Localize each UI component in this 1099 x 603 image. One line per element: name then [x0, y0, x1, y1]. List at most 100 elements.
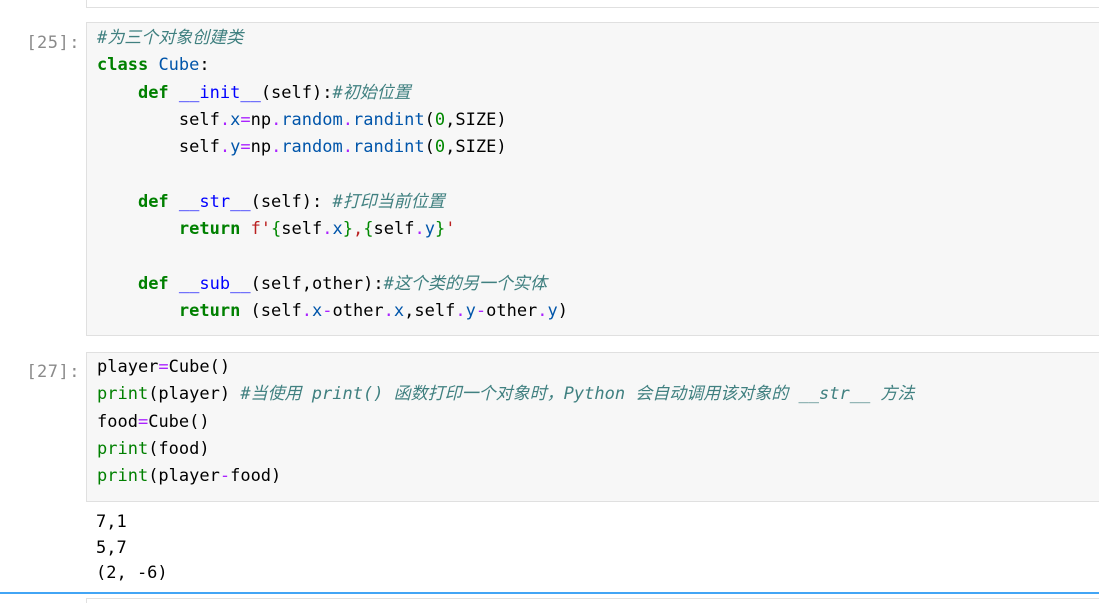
code-token: - — [475, 300, 487, 321]
code-token: - — [322, 300, 333, 321]
cell-prompt: [25]: — [26, 33, 80, 53]
code-line: class Cube: — [97, 52, 1099, 79]
code-token: 0 — [434, 137, 446, 158]
code-line: print(player-food) — [97, 463, 1099, 490]
code-token: . — [219, 109, 231, 130]
code-token: ,self — [404, 300, 456, 321]
code-token: __str__ — [178, 191, 251, 212]
code-token: x — [332, 219, 343, 240]
code-token: (player — [148, 466, 220, 487]
previous-cell-edge — [86, 0, 1099, 8]
code-line: player=Cube() — [97, 354, 1099, 381]
code-token: randint — [352, 137, 425, 158]
code-token: = — [137, 411, 149, 432]
code-token: } — [434, 219, 446, 240]
code-token: . — [322, 219, 333, 240]
code-text[interactable]: #为三个对象创建类 class Cube: def __init__(self):… — [87, 23, 1099, 325]
code-line: self.x=np.random.randint(0,SIZE) — [97, 107, 1099, 134]
code-token: . — [219, 137, 231, 158]
code-line: print(food) — [97, 436, 1099, 463]
code-token: } — [342, 219, 353, 240]
code-token: food — [97, 411, 138, 432]
code-token: ( — [424, 109, 435, 130]
code-token: 0 — [434, 109, 446, 130]
code-line: def __sub__(self,other):#这个类的另一个实体 — [97, 271, 1099, 298]
code-token: Cube() — [148, 411, 210, 432]
code-token: (food) — [148, 438, 210, 459]
code-token: = — [240, 109, 251, 130]
output-line: (2, -6) — [96, 563, 168, 583]
code-token: f' — [250, 219, 272, 240]
code-token: . — [342, 109, 353, 130]
code-token: . — [455, 300, 466, 321]
code-line: print(player) #当使用 print() 函数打印一个对象时，Pyt… — [97, 381, 1099, 408]
code-token: self — [97, 109, 220, 130]
code-token: ) — [557, 300, 569, 321]
code-token: (player) — [148, 384, 241, 405]
code-token: other — [486, 300, 538, 321]
code-token: ( — [424, 137, 435, 158]
code-token: player — [97, 357, 159, 377]
code-token: randint — [352, 109, 425, 130]
code-line: def __init__(self):#初始位置 — [97, 80, 1099, 107]
code-token: Cube() — [168, 357, 231, 377]
code-token: , — [353, 219, 364, 240]
code-line: food=Cube() — [97, 409, 1099, 436]
code-token: . — [383, 300, 394, 321]
code-token: x — [230, 109, 241, 130]
code-token: . — [342, 137, 353, 158]
code-token: . — [414, 219, 425, 240]
code-token: np — [250, 137, 272, 158]
code-token: x — [311, 300, 323, 321]
code-token: def — [137, 273, 169, 294]
code-token: #打印当前位置 — [332, 191, 445, 212]
cell-output: 7,1 5,7 (2, -6) — [86, 510, 168, 587]
code-token: random — [281, 109, 343, 130]
code-token: print — [97, 466, 149, 487]
code-token: other — [332, 300, 384, 321]
code-token: . — [301, 300, 312, 321]
code-token: y — [230, 137, 241, 158]
code-token: { — [363, 219, 374, 240]
code-token: (self): — [250, 191, 333, 212]
code-editor[interactable]: #为三个对象创建类 class Cube: def __init__(self):… — [86, 22, 1099, 336]
code-token: self — [97, 137, 220, 158]
code-token: { — [271, 219, 282, 240]
code-token: __init__ — [178, 82, 261, 103]
code-token: y — [424, 219, 435, 240]
code-line: return f'{self.x},{self.y}' — [97, 216, 1099, 243]
code-line: self.y=np.random.randint(0,SIZE) — [97, 134, 1099, 161]
code-token: class — [97, 55, 149, 76]
code-token: np — [250, 109, 272, 130]
code-token: __sub__ — [178, 273, 251, 294]
code-token: Cube — [158, 55, 200, 76]
output-line: 7,1 — [96, 512, 127, 532]
code-token: = — [158, 357, 169, 377]
code-line: #为三个对象创建类 — [97, 25, 1099, 52]
code-token: y — [547, 300, 558, 321]
code-token: return — [178, 219, 241, 240]
code-token: (self — [240, 300, 302, 321]
code-token: ,SIZE) — [445, 137, 507, 158]
code-token: (self): — [260, 82, 333, 103]
code-token: print — [97, 384, 149, 405]
code-token: ' — [445, 219, 456, 240]
active-cell-divider — [0, 592, 1099, 594]
next-cell-edge — [86, 598, 1099, 603]
code-token: x — [393, 300, 405, 321]
code-token: (self,other): — [250, 273, 384, 294]
output-line: 5,7 — [96, 537, 127, 558]
code-text[interactable]: player=Cube() print(player) #当使用 print() … — [87, 353, 1099, 490]
code-editor[interactable]: player=Cube() print(player) #当使用 print() … — [86, 352, 1099, 502]
code-token: def — [137, 191, 169, 212]
